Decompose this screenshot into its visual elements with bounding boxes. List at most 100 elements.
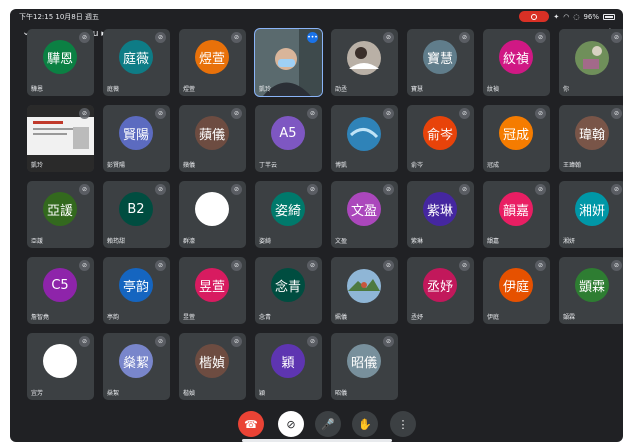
participant-name: 紫琳 [411,238,424,245]
status-bar: 下午12:15 10月8日 週五 ✦ ◠ ◌ 96% [10,9,623,25]
mic-off-icon: ⊘ [383,184,394,195]
participant-tile[interactable]: ⊘ 你 [559,29,623,96]
participant-tile[interactable]: 昭儀 ⊘ 昭儀 [331,333,398,400]
participant-avatar: 丞妤 [423,268,457,302]
participant-tile[interactable]: 瑋翰 ⊘ 王瑋翰 [559,105,623,172]
participant-tile[interactable]: 紋禎 ⊘ 紋禎 [483,29,550,96]
mic-off-icon: ⊘ [459,260,470,271]
participant-tile[interactable]: 亭韵 ⊘ 亭韵 [103,257,170,324]
participant-tile[interactable]: 韻嘉 ⊘ 韻嘉 [483,181,550,248]
participant-tile[interactable]: 楷媜 ⊘ 楷媜 [179,333,246,400]
participant-tile[interactable]: 昱萱 ⊘ 昱萱 [179,257,246,324]
participant-avatar: 念青 [271,268,305,302]
participant-name: 彭賢陽 [107,162,126,169]
participant-tile[interactable]: C5 ⊘ 詹智堯 [27,257,94,324]
participant-tile[interactable]: ••• 凱玲 [254,28,323,97]
status-indicators: ✦ ◠ ◌ 96% [519,11,615,22]
participant-tile[interactable]: 伊庭 ⊘ 伊庭 [483,257,550,324]
participant-tile[interactable]: 燊絜 ⊘ 燊絜 [103,333,170,400]
participant-avatar: C5 [43,268,77,302]
participant-tile[interactable]: ⊘ 群濠 [179,181,246,248]
participant-tile[interactable]: 寶慧 ⊘ 寶慧 [407,29,474,96]
participant-tile[interactable]: 穎 ⊘ 穎 [255,333,322,400]
participant-tile[interactable]: ⊘ 劭丞 [331,29,398,96]
participant-tile[interactable]: 驊恩 ⊘ 驊恩 [27,29,94,96]
mic-off-icon: ⊘ [79,260,90,271]
participant-avatar: 楷媜 [195,344,229,378]
call-controls: ☎ ⊘ 🎤 ✋ ⋮ [10,411,623,439]
participant-tile[interactable]: ⊘ 宜芳 [27,333,94,400]
participant-tile[interactable]: 煜萱 ⊘ 煜萱 [179,29,246,96]
participant-tile[interactable]: 紫琳 ⊘ 紫琳 [407,181,474,248]
participant-tile[interactable]: 庭薇 ⊘ 庭薇 [103,29,170,96]
participant-name: 博凱 [335,162,348,169]
participant-avatar [43,344,77,378]
mic-off-icon: ⊘ [231,32,242,43]
phone-hangup-icon: ☎ [244,417,258,431]
mic-off-icon: ⊘ [383,260,394,271]
participant-avatar: B2 [119,192,153,226]
camera-off-icon: ⊘ [286,417,296,431]
status-time-date: 下午12:15 10月8日 週五 [19,13,99,21]
participant-tile[interactable]: 念青 ⊘ 念青 [255,257,322,324]
participant-name: 丁芊云 [259,162,278,169]
participant-tile[interactable]: 姿綺 ⊘ 姿綺 [255,181,322,248]
participant-name: 韻嘉 [487,238,500,245]
participant-name: 紋禎 [487,86,500,93]
more-icon[interactable]: ••• [307,32,318,43]
participant-avatar: 湘妍 [575,192,609,226]
participant-tile[interactable]: A5 ⊘ 丁芊云 [255,105,322,172]
participant-name: 伊庭 [487,314,500,321]
mic-off-icon: ⊘ [231,184,242,195]
mic-off-icon: ⊘ [307,108,318,119]
location-icon: ✦ [553,12,560,21]
participant-tile[interactable]: ⊘ 姵儀 [331,257,398,324]
participant-tile[interactable]: ⊘ 凱玲 [27,105,94,172]
participant-avatar: 驊恩 [43,40,77,74]
participant-avatar: 顗霖 [575,268,609,302]
mic-off-icon: ⊘ [307,184,318,195]
participant-name: 姵儀 [335,314,348,321]
more-options-button[interactable]: ⋮ [390,411,416,437]
mic-off-icon: ⊘ [307,260,318,271]
participant-tile[interactable]: 顗霖 ⊘ 顗霖 [559,257,623,324]
participant-tile[interactable]: 賢陽 ⊘ 彭賢陽 [103,105,170,172]
hand-icon: ✋ [358,417,372,431]
participant-avatar: 寶慧 [423,40,457,74]
participant-tile[interactable]: 俞岑 ⊘ 俞岑 [407,105,474,172]
mic-off-icon: ⊘ [79,336,90,347]
recording-indicator[interactable] [519,11,550,22]
battery-percent: 96% [583,12,599,21]
participant-avatar: 昭儀 [347,344,381,378]
participant-tile[interactable]: 冠成 ⊘ 冠成 [483,105,550,172]
mic-off-icon: ⊘ [383,32,394,43]
participant-tile[interactable]: 文盈 ⊘ 文盈 [331,181,398,248]
participant-name: 湘妍 [563,238,576,245]
mic-off-icon: ⊘ [535,260,546,271]
participant-name: 念青 [259,314,272,321]
microphone-button[interactable]: 🎤 [315,411,341,437]
participant-tile[interactable]: 蘋儀 ⊘ 蘋儀 [179,105,246,172]
participant-tile[interactable]: ⊘ 博凱 [331,105,398,172]
participant-avatar: 亭韵 [119,268,153,302]
participant-avatar: 賢陽 [119,116,153,150]
mic-off-icon: ⊘ [459,184,470,195]
participant-tile[interactable]: 亞諼 ⊘ 亞諼 [27,181,94,248]
participant-tile[interactable]: 丞妤 ⊘ 丞妤 [407,257,474,324]
participant-avatar: 昱萱 [195,268,229,302]
home-indicator[interactable] [242,439,392,442]
mic-off-icon: ⊘ [231,260,242,271]
participant-tile[interactable]: 湘妍 ⊘ 湘妍 [559,181,623,248]
lock-rotation-icon: ◌ [573,12,580,21]
mic-off-icon: ⊘ [79,32,90,43]
participant-tile[interactable]: B2 ⊘ 賴筠甜 [103,181,170,248]
raise-hand-button[interactable]: ✋ [352,411,378,437]
hang-up-button[interactable]: ☎ [238,411,264,437]
participant-name: 宜芳 [31,390,44,397]
battery-icon [603,13,615,20]
camera-toggle-button[interactable]: ⊘ [278,411,304,437]
more-vert-icon: ⋮ [397,417,409,431]
participant-name: 群濠 [183,238,196,245]
mic-off-icon: ⊘ [155,108,166,119]
mic-off-icon: ⊘ [611,108,622,119]
